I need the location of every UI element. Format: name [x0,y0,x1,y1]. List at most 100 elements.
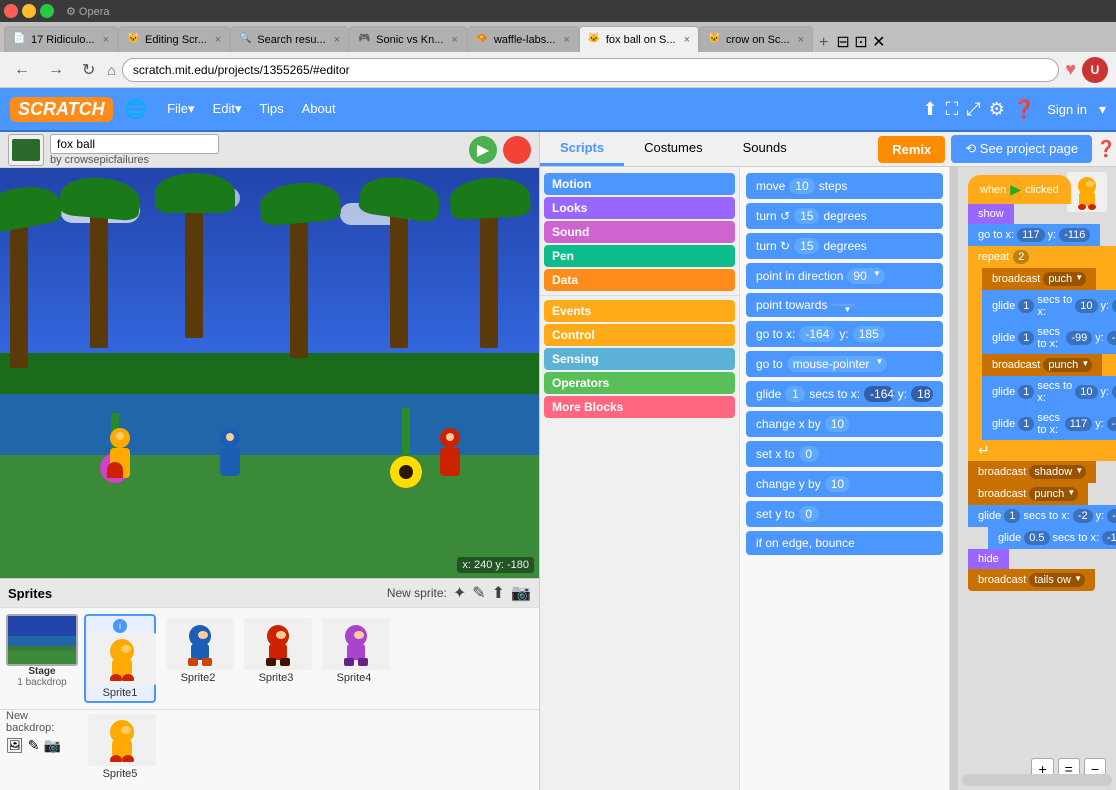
block-goto-xy[interactable]: go to x: -164 y: 185 [746,321,943,347]
tab-sonic[interactable]: 🎮 Sonic vs Kn... × [349,26,467,52]
block-glide-1[interactable]: glide 1 secs to x: 10 y: -95 [982,290,1116,322]
block-glide-6[interactable]: glide 0.5 secs to x: -164 [988,527,1116,549]
block-glide-4[interactable]: glide 1 secs to x: 117 y: -116 [982,408,1116,440]
sprite-item-3[interactable]: Sprite3 [240,614,312,703]
tab-costumes[interactable]: Costumes [624,132,723,166]
globe-icon[interactable]: 🌐 [125,99,147,120]
see-project-button[interactable]: ⟲ See project page [951,135,1092,163]
panel-divider[interactable] [950,167,958,790]
palette-events[interactable]: Events [544,300,735,322]
block-repeat[interactable]: repeat 2 broadcast puch ▼ glide 1 secs t… [968,246,1116,461]
block-turn-cw[interactable]: turn ↻ 15 degrees [746,233,943,259]
block-broadcast-punch1[interactable]: broadcast punch ▼ [982,354,1102,376]
forward-button[interactable]: → [42,59,70,81]
block-point-towards[interactable]: point towards [746,293,943,317]
window-controls[interactable]: ⊟ ⊡ ✕ [836,32,885,52]
block-broadcast-shadow[interactable]: broadcast shadow ▼ [968,461,1096,483]
upload-sprite-icon[interactable]: ⬆ [492,583,505,603]
help-icon[interactable]: ❓ [1096,139,1116,159]
minimize-window-button[interactable] [22,4,36,18]
tab-editing[interactable]: 🐱 Editing Scr... × [118,26,230,52]
nav-file[interactable]: File▾ [159,97,202,121]
sprite-item-2[interactable]: Sprite2 [162,614,234,703]
workspace-scrollbar-h[interactable] [962,774,1112,786]
palette-control[interactable]: Control [544,324,735,346]
tab-17ridiculous[interactable]: 📄 17 Ridiculo... × [4,26,118,52]
tab-sounds[interactable]: Sounds [723,132,807,166]
block-turn-ccw[interactable]: turn ↺ 15 degrees [746,203,943,229]
camera-icon[interactable]: 📷 [511,583,531,603]
project-name-input[interactable] [50,134,219,154]
bookmark-icon[interactable]: ♥ [1065,59,1076,80]
dropdown-icon[interactable]: ▾ [1099,101,1106,118]
tab-close-icon[interactable]: × [334,34,340,46]
palette-operators[interactable]: Operators [544,372,735,394]
sprite-item-5[interactable]: Sprite5 [84,710,156,784]
home-icon[interactable]: ⌂ [107,62,115,78]
tab-foxball[interactable]: 🐱 fox ball on S... × [579,26,699,52]
tab-search[interactable]: 🔍 Search resu... × [230,26,349,52]
stop-button[interactable] [503,136,531,164]
tab-close-icon[interactable]: × [684,34,690,46]
tab-close-icon[interactable]: × [563,34,569,46]
nav-edit[interactable]: Edit▾ [205,97,250,121]
sign-in-link[interactable]: Sign in [1047,102,1087,117]
nav-about[interactable]: About [294,97,344,121]
edit-icon[interactable]: ✎ [472,583,485,603]
palette-looks[interactable]: Looks [544,197,735,219]
tab-close-icon[interactable]: × [798,34,804,46]
tab-close-icon[interactable]: × [215,34,221,46]
block-if-on-edge[interactable]: if on edge, bounce [746,531,943,555]
user-avatar[interactable]: U [1082,57,1108,83]
block-change-x[interactable]: change x by 10 [746,411,943,437]
fullscreen-icon[interactable]: ⛶ [946,99,959,120]
backdrop-camera-icon[interactable]: 📷 [44,737,61,754]
settings-icon[interactable]: ⚙ [989,99,1005,120]
maximize-window-button[interactable] [40,4,54,18]
tab-close-icon[interactable]: × [103,34,109,46]
nav-tips[interactable]: Tips [252,97,292,121]
palette-sensing[interactable]: Sensing [544,348,735,370]
backdrop-draw-icon[interactable]: ✎ [28,737,40,754]
new-tab-button[interactable]: + [813,34,834,52]
block-show[interactable]: show [968,204,1014,224]
upload-icon[interactable]: ⬆ [923,99,938,120]
block-change-y[interactable]: change y by 10 [746,471,943,497]
expand-icon[interactable]: ⤢ [966,99,980,120]
address-bar[interactable] [122,58,1059,82]
block-when-clicked[interactable]: when ▶ clicked [968,175,1071,204]
tab-scripts[interactable]: Scripts [540,132,624,166]
sprite-item-4[interactable]: Sprite4 [318,614,390,703]
stage-item[interactable]: Stage 1 backdrop [6,614,78,703]
palette-motion[interactable]: Motion [544,173,735,195]
block-broadcast-punch2[interactable]: broadcast punch ▼ [968,483,1088,505]
help-icon[interactable]: ❓ [1013,99,1035,120]
green-flag-button[interactable]: ▶ [469,136,497,164]
remix-button[interactable]: Remix [878,136,945,163]
block-set-x[interactable]: set x to 0 [746,441,943,467]
block-goto[interactable]: go to mouse-pointer [746,351,943,377]
block-broadcast-puch[interactable]: broadcast puch ▼ [982,268,1096,290]
block-goto-xy-117[interactable]: go to x: 117 y: -116 [968,224,1100,246]
backdrop-image-icon[interactable]: 🖼 [6,737,24,754]
palette-sound[interactable]: Sound [544,221,735,243]
script-workspace[interactable]: x: -164 y: 185 [958,167,1116,790]
tab-close-icon[interactable]: × [451,34,457,46]
block-point-direction[interactable]: point in direction 90 [746,263,943,289]
block-glide[interactable]: glide 1 secs to x: -164 y: 18 [746,381,943,407]
palette-more-blocks[interactable]: More Blocks [544,396,735,418]
sprite-item-1[interactable]: i Sprite1 [84,614,156,703]
palette-data[interactable]: Data [544,269,735,291]
block-broadcast-tailsow[interactable]: broadcast tails ow ▼ [968,569,1095,591]
block-hide[interactable]: hide [968,549,1009,569]
tab-waffle[interactable]: 🧇 waffle-labs... × [467,26,579,52]
block-glide-5[interactable]: glide 1 secs to x: -2 y: -86 [968,505,1116,527]
star-icon[interactable]: ✦ [453,583,466,603]
back-button[interactable]: ← [8,59,36,81]
block-glide-3[interactable]: glide 1 secs to x: 10 y: -95 [982,376,1116,408]
close-window-button[interactable] [4,4,18,18]
block-glide-2[interactable]: glide 1 secs to x: -99 y: -117 [982,322,1116,354]
block-set-y[interactable]: set y to 0 [746,501,943,527]
refresh-button[interactable]: ↻ [76,58,101,82]
palette-pen[interactable]: Pen [544,245,735,267]
